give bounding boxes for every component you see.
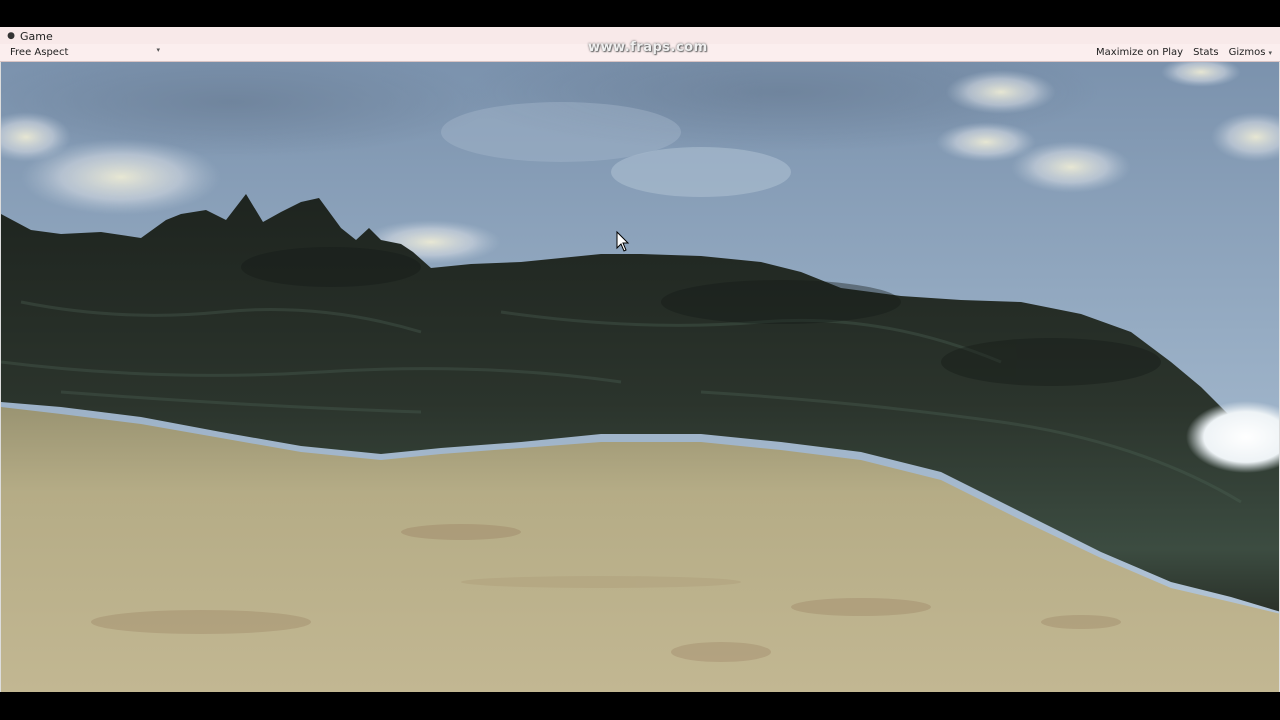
maximize-on-play-toggle[interactable]: Maximize on Play bbox=[1096, 47, 1183, 58]
dropdown-arrow-icon: ▾ bbox=[156, 46, 160, 54]
game-viewport[interactable] bbox=[0, 62, 1280, 692]
game-tab-label: Game bbox=[20, 29, 53, 43]
toolbar-right-tools: Maximize on Play Stats Gizmos ▾ bbox=[1096, 46, 1272, 59]
gizmos-label: Gizmos bbox=[1228, 47, 1266, 58]
gizmos-dropdown[interactable]: Gizmos ▾ bbox=[1229, 47, 1272, 58]
terrain-scene bbox=[1, 62, 1279, 692]
aspect-dropdown[interactable]: Free Aspect ▾ bbox=[10, 46, 160, 59]
stats-toggle[interactable]: Stats bbox=[1193, 47, 1219, 58]
letterbox-bottom bbox=[0, 692, 1280, 720]
gizmos-arrow-icon: ▾ bbox=[1268, 48, 1272, 57]
letterbox-top bbox=[0, 0, 1280, 27]
unity-game-icon: ● bbox=[7, 31, 15, 41]
fraps-watermark: www.fraps.com bbox=[588, 40, 708, 55]
screen: ● Game Free Aspect ▾ Maximize on Play St… bbox=[0, 0, 1280, 720]
aspect-label: Free Aspect bbox=[10, 47, 69, 58]
game-tab[interactable]: ● Game bbox=[6, 28, 53, 44]
